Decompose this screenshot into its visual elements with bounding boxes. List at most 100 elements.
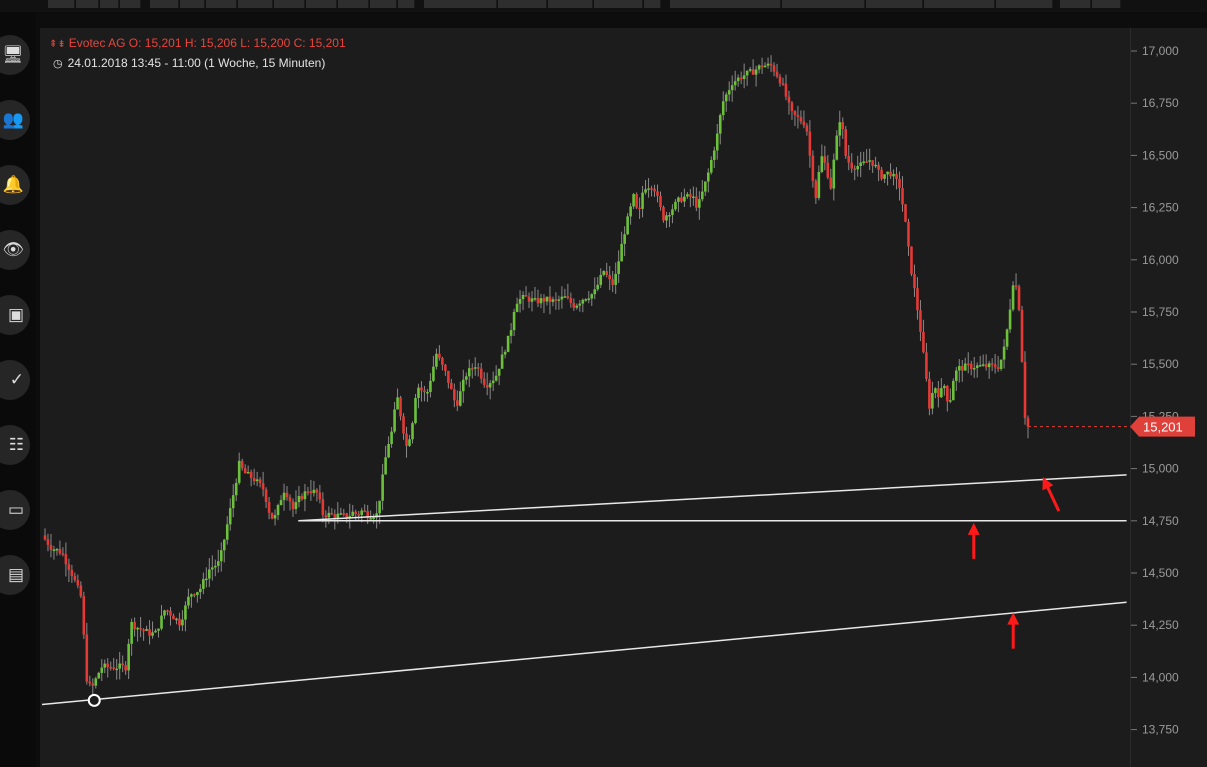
candle-body[interactable] xyxy=(871,160,874,166)
candle-body[interactable] xyxy=(273,515,277,519)
candle-body[interactable] xyxy=(456,400,459,406)
candle-body[interactable] xyxy=(91,683,95,686)
candle-body[interactable] xyxy=(868,160,871,162)
candle-body[interactable] xyxy=(163,610,166,616)
candle-body[interactable] xyxy=(447,370,450,383)
candle-body[interactable] xyxy=(49,544,53,550)
candle-body[interactable] xyxy=(342,513,346,515)
candle-body[interactable] xyxy=(121,663,124,666)
candle-body[interactable] xyxy=(360,510,364,515)
candle-body[interactable] xyxy=(808,131,812,156)
candle-body[interactable] xyxy=(754,69,758,75)
candle-body[interactable] xyxy=(987,363,991,368)
candle-body[interactable] xyxy=(560,296,564,300)
candle-body[interactable] xyxy=(662,207,665,221)
candle-body[interactable] xyxy=(614,273,617,285)
candle-body[interactable] xyxy=(886,171,889,175)
candle-body[interactable] xyxy=(85,634,89,682)
candle-body[interactable] xyxy=(115,668,118,671)
candle-body[interactable] xyxy=(623,234,626,244)
candle-body[interactable] xyxy=(252,478,256,482)
candle-body[interactable] xyxy=(954,370,958,381)
candle-body[interactable] xyxy=(554,299,558,301)
candle-body[interactable] xyxy=(733,81,737,86)
candle-body[interactable] xyxy=(617,261,620,274)
candle-body[interactable] xyxy=(548,296,552,302)
candle-body[interactable] xyxy=(647,188,650,190)
candle-body[interactable] xyxy=(763,65,767,68)
candle-body[interactable] xyxy=(333,514,337,518)
candle-body[interactable] xyxy=(282,492,286,501)
candle-body[interactable] xyxy=(202,579,205,589)
candle-body[interactable] xyxy=(706,172,710,182)
candle-body[interactable] xyxy=(895,173,898,179)
candle-body[interactable] xyxy=(659,195,662,208)
candle-body[interactable] xyxy=(393,409,396,432)
candle-body[interactable] xyxy=(1014,285,1018,287)
candle-body[interactable] xyxy=(166,610,169,612)
candle-body[interactable] xyxy=(963,363,967,371)
candle-body[interactable] xyxy=(399,397,402,417)
candle-body[interactable] xyxy=(515,303,519,312)
candle-body[interactable] xyxy=(990,363,994,365)
candle-body[interactable] xyxy=(1020,309,1024,362)
candle-body[interactable] xyxy=(587,298,591,300)
candle-body[interactable] xyxy=(222,539,226,551)
candle-body[interactable] xyxy=(838,122,842,136)
candle-body[interactable] xyxy=(240,460,244,469)
candle-body[interactable] xyxy=(1008,309,1012,330)
candle-body[interactable] xyxy=(949,400,952,402)
candle-body[interactable] xyxy=(695,196,698,208)
candle-body[interactable] xyxy=(557,299,561,301)
candle-body[interactable] xyxy=(384,457,387,475)
candle-body[interactable] xyxy=(847,156,851,163)
candle-body[interactable] xyxy=(539,298,543,304)
candle-body[interactable] xyxy=(479,368,483,379)
candle-body[interactable] xyxy=(620,243,623,262)
candle-body[interactable] xyxy=(844,128,848,157)
candle-body[interactable] xyxy=(928,378,931,409)
candle-body[interactable] xyxy=(237,460,241,483)
candle-body[interactable] xyxy=(318,492,322,500)
candle-body[interactable] xyxy=(680,197,683,202)
candle-body[interactable] xyxy=(181,619,184,626)
candle-body[interactable] xyxy=(919,310,922,332)
candle-body[interactable] xyxy=(757,65,761,70)
candle-body[interactable] xyxy=(106,663,110,667)
candle-body[interactable] xyxy=(608,274,611,280)
candle-body[interactable] xyxy=(178,618,181,626)
candle-body[interactable] xyxy=(671,209,674,216)
candle-body[interactable] xyxy=(916,288,919,311)
candle-body[interactable] xyxy=(420,387,423,391)
arrow-lower-trendline[interactable] xyxy=(1007,612,1020,649)
candle-body[interactable] xyxy=(644,189,647,193)
candle-body[interactable] xyxy=(677,197,680,202)
candle-body[interactable] xyxy=(306,491,310,493)
candle-body[interactable] xyxy=(913,274,916,289)
candle-body[interactable] xyxy=(999,359,1003,369)
candle-body[interactable] xyxy=(327,512,331,518)
candle-body[interactable] xyxy=(79,585,83,597)
candle-body[interactable] xyxy=(937,388,940,398)
candle-body[interactable] xyxy=(470,368,474,370)
candle-body[interactable] xyxy=(790,102,794,112)
arrow-upper-trendline[interactable] xyxy=(1042,476,1061,512)
candle-body[interactable] xyxy=(922,331,925,353)
candle-body[interactable] xyxy=(769,63,773,66)
candle-body[interactable] xyxy=(892,173,895,177)
candle-body[interactable] xyxy=(883,174,886,179)
candle-body[interactable] xyxy=(476,367,480,369)
candle-body[interactable] xyxy=(423,390,426,393)
candle-body[interactable] xyxy=(632,194,635,207)
candle-body[interactable] xyxy=(826,162,830,178)
candle-body[interactable] xyxy=(563,296,567,298)
candle-body[interactable] xyxy=(599,274,603,285)
candle-body[interactable] xyxy=(76,580,80,586)
candle-body[interactable] xyxy=(312,489,316,494)
candle-body[interactable] xyxy=(981,364,985,366)
chart-type-icon[interactable]: ⇞⇟ xyxy=(49,39,66,50)
candle-body[interactable] xyxy=(378,500,381,514)
candle-body[interactable] xyxy=(411,423,414,440)
candle-body[interactable] xyxy=(225,524,229,540)
candle-body[interactable] xyxy=(396,397,399,410)
